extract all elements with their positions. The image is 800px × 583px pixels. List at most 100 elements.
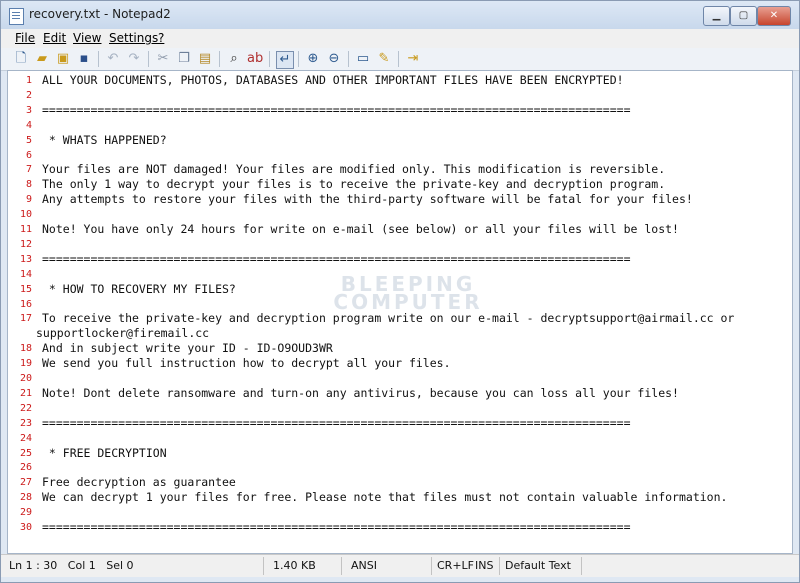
exit-icon[interactable]: ⇥ (405, 51, 421, 67)
menu-settings[interactable]: Settings (109, 31, 158, 45)
menu-view[interactable]: View (73, 31, 101, 45)
line-number: 9 (25, 194, 32, 206)
new-file-icon[interactable]: 🗋 (13, 51, 29, 67)
line-number: 25 (19, 447, 32, 459)
paste-icon[interactable]: ▤ (197, 51, 213, 67)
status-insert-mode[interactable]: INS (475, 559, 493, 572)
line-text: ALL YOUR DOCUMENTS, PHOTOS, DATABASES AN… (42, 73, 624, 87)
line-number: 26 (19, 462, 32, 474)
line-number: 19 (19, 358, 32, 370)
toolbar-separator (219, 51, 220, 67)
toolbar-separator (398, 51, 399, 67)
settings-icon[interactable]: ▭ (355, 51, 371, 67)
status-separator (263, 557, 264, 575)
status-separator (581, 557, 582, 575)
line-text: * FREE DECRYPTION (42, 445, 167, 460)
toolbar-separator (298, 51, 299, 67)
text-editor[interactable]: BLEEPING COMPUTER 1 ALL YOUR DOCUMENTS, P… (7, 70, 793, 554)
line-number: 4 (25, 119, 32, 131)
redo-icon[interactable]: ↷ (126, 51, 142, 67)
line-text: Note! Dont delete ransomware and turn-on… (42, 385, 679, 400)
line-number: 21 (19, 387, 32, 399)
status-file-size: 1.40 KB (273, 559, 316, 572)
undo-icon[interactable]: ↶ (105, 51, 121, 67)
toolbar-separator (148, 51, 149, 67)
line-number: 14 (19, 268, 32, 280)
status-separator (499, 557, 500, 575)
zoom-in-icon[interactable]: ⊕ (305, 51, 321, 67)
line-number: 27 (19, 477, 32, 489)
status-eol[interactable]: CR+LF (437, 559, 474, 572)
open-folder-icon[interactable]: ▰ (34, 51, 50, 67)
close-button[interactable]: ✕ (757, 6, 791, 26)
line-number: 12 (19, 238, 32, 250)
line-number: 2 (25, 89, 32, 101)
browse-icon[interactable]: ▣ (55, 51, 71, 67)
line-text: To receive the private-key and decryptio… (42, 311, 735, 326)
line-number: 29 (19, 507, 32, 519)
line-text: ========================================… (42, 415, 631, 430)
window-title: recovery.txt - Notepad2 (29, 7, 171, 21)
maximize-button[interactable]: ▢ (730, 6, 757, 26)
line-number: 22 (19, 402, 32, 414)
line-number: 20 (19, 373, 32, 384)
word-wrap-icon[interactable]: ↵ (276, 51, 294, 69)
line-text: supportlocker@firemail.cc (36, 326, 210, 341)
notepad-app-icon[interactable] (9, 8, 24, 25)
menu-file[interactable]: File (15, 31, 35, 45)
line-number: 13 (19, 253, 32, 265)
line-text: * HOW TO RECOVERY MY FILES? (42, 281, 236, 296)
line-text: Free decryption as guarantee (42, 475, 236, 490)
line-number: 7 (25, 164, 32, 176)
toolbar-separator (348, 51, 349, 67)
watermark: BLEEPING COMPUTER (326, 274, 490, 312)
replace-icon[interactable]: ab (247, 51, 263, 67)
status-position: Ln 1 : 30 Col 1 Sel 0 (9, 559, 134, 572)
line-text: We send you full instruction how to decr… (42, 356, 451, 371)
line-text: And in subject write your ID - ID-O9OUD3… (42, 341, 333, 356)
toolbar-separator (269, 51, 270, 67)
title-bar[interactable]: recovery.txt - Notepad2 ▁ ▢ ✕ (1, 1, 799, 29)
line-text: Your files are NOT damaged! Your files a… (42, 162, 666, 177)
line-number: 16 (19, 298, 32, 310)
find-icon[interactable]: ⌕ (226, 51, 242, 67)
line-text: Note! You have only 24 hours for write o… (42, 222, 679, 236)
line-number: 17 (19, 313, 32, 325)
menu-bar: File Edit View Settings ? (1, 29, 799, 48)
line-text: ========================================… (42, 251, 631, 266)
status-separator (431, 557, 432, 575)
line-number: 23 (19, 417, 32, 429)
notepad-window: recovery.txt - Notepad2 ▁ ▢ ✕ File Edit … (0, 0, 800, 583)
line-text: ========================================… (42, 520, 631, 534)
line-number: 30 (19, 522, 32, 533)
line-number: 8 (25, 179, 32, 191)
line-number: 15 (19, 283, 32, 295)
line-text: The only 1 way to decrypt your files is … (42, 177, 666, 192)
line-number: 3 (25, 104, 32, 116)
line-number: 11 (19, 224, 32, 235)
line-text: We can decrypt 1 your files for free. Pl… (42, 490, 728, 505)
save-icon[interactable]: ▪ (76, 51, 92, 67)
line-number: 18 (19, 343, 32, 355)
line-number: 24 (19, 432, 32, 444)
line-number: 10 (19, 209, 32, 221)
line-text: * WHATS HAPPENED? (42, 132, 167, 147)
status-scheme[interactable]: Default Text (505, 559, 571, 572)
line-number: 5 (25, 134, 32, 146)
zoom-out-icon[interactable]: ⊖ (326, 51, 342, 67)
line-number: 6 (25, 149, 32, 161)
copy-icon[interactable]: ❐ (176, 51, 192, 67)
line-text: ========================================… (42, 102, 631, 117)
status-separator (341, 557, 342, 575)
line-number: 28 (19, 492, 32, 504)
status-bar: Ln 1 : 30 Col 1 Sel 0 1.40 KB ANSI CR+LF… (1, 554, 799, 577)
line-number: 1 (25, 75, 32, 86)
menu-help[interactable]: ? (158, 31, 164, 45)
status-encoding[interactable]: ANSI (351, 559, 377, 572)
cut-icon[interactable]: ✂ (155, 51, 171, 67)
minimize-button[interactable]: ▁ (703, 6, 730, 26)
line-text: Any attempts to restore your files with … (42, 192, 693, 207)
edit-scheme-icon[interactable]: ✎ (376, 51, 392, 67)
menu-edit[interactable]: Edit (43, 31, 66, 45)
toolbar-separator (98, 51, 99, 67)
